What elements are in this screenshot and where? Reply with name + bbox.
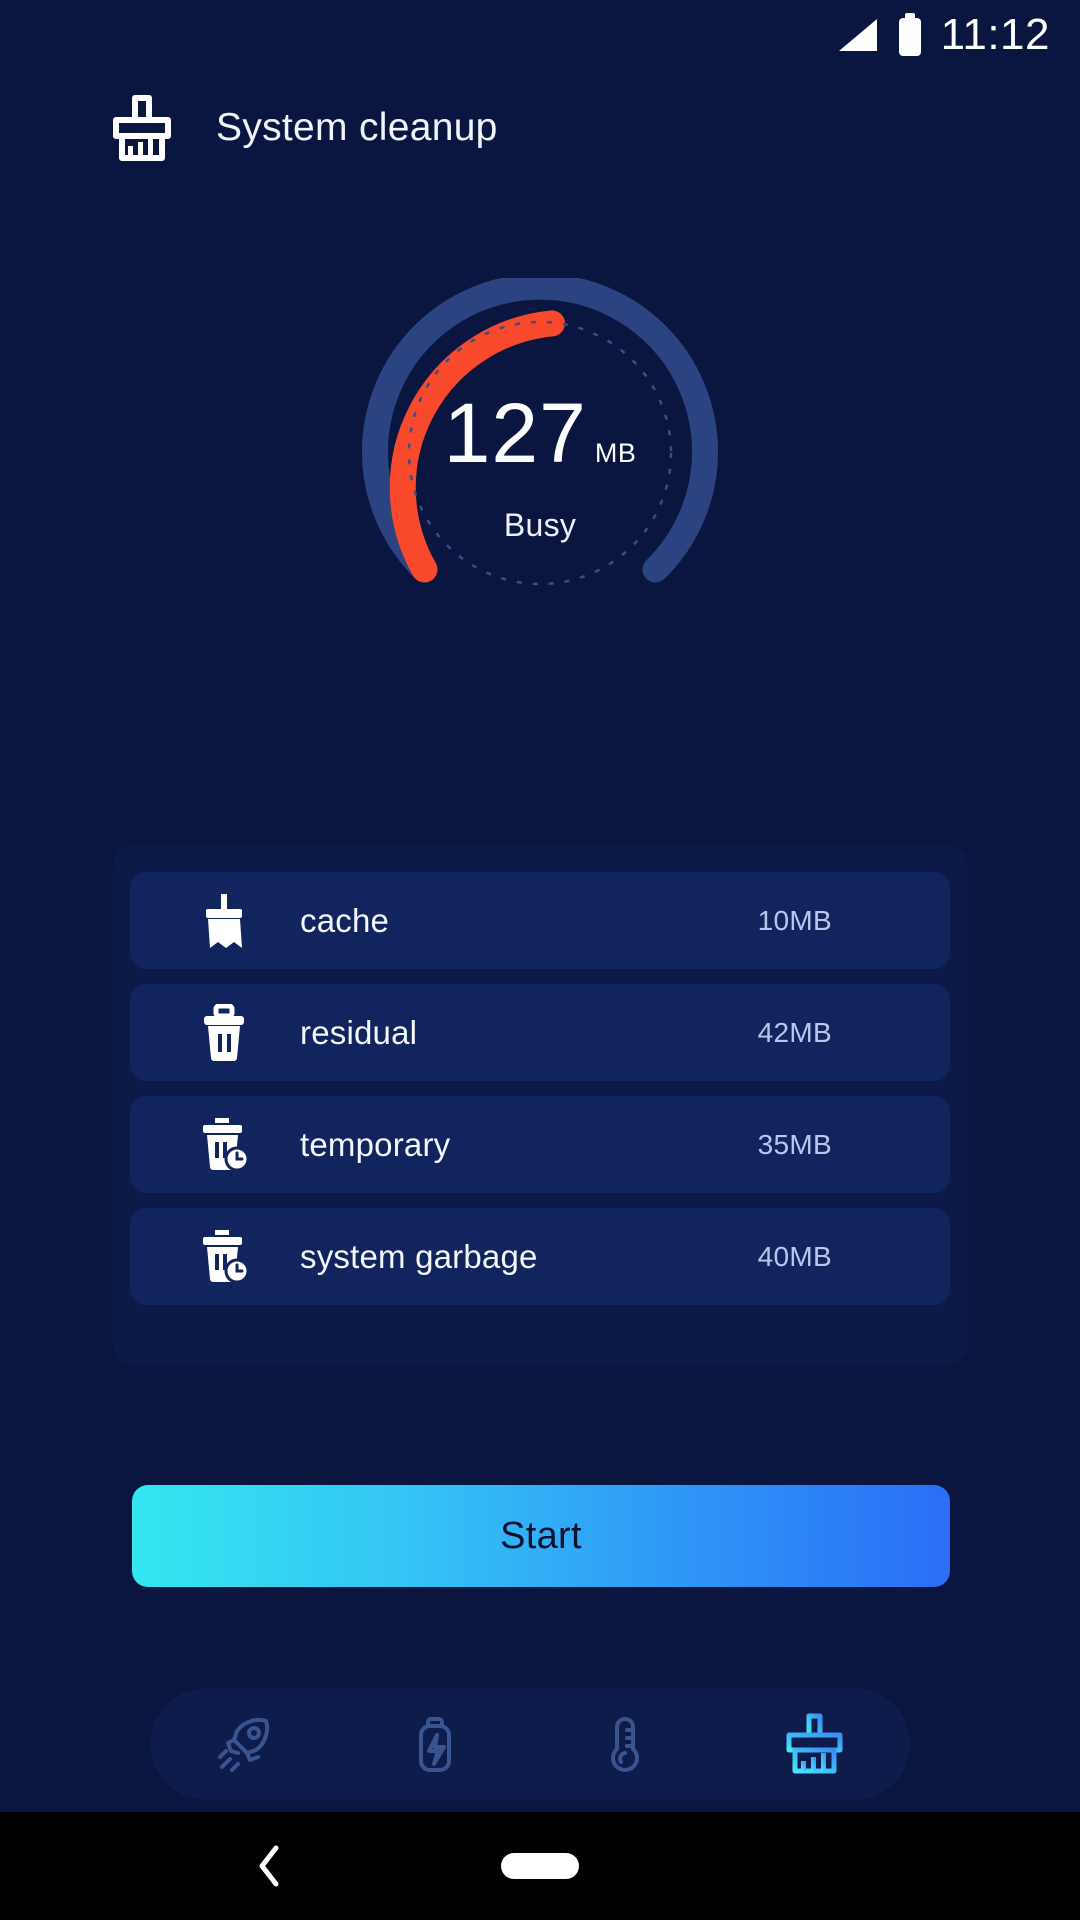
list-item[interactable]: residual 42MB bbox=[130, 984, 950, 1081]
list-item-label: temporary bbox=[300, 1125, 451, 1163]
rocket-icon bbox=[218, 1717, 270, 1772]
list-item-label: system garbage bbox=[300, 1237, 538, 1275]
gauge-value-row: 127 MB bbox=[444, 391, 637, 475]
page-title: System cleanup bbox=[216, 106, 498, 149]
list-item-value: 35MB bbox=[757, 1128, 832, 1160]
android-navigation-bar bbox=[0, 1812, 1080, 1920]
status-bar-clock: 11:12 bbox=[940, 10, 1050, 59]
trash-clock-icon bbox=[176, 1228, 272, 1286]
home-pill-icon[interactable] bbox=[501, 1853, 579, 1879]
broom-icon bbox=[176, 892, 272, 950]
trash-icon bbox=[176, 1003, 272, 1062]
gauge-center-readout: 127 MB Busy bbox=[330, 278, 750, 638]
brush-icon bbox=[786, 1713, 843, 1774]
page-header: System cleanup bbox=[0, 78, 1080, 178]
nav-item-cleanup[interactable] bbox=[755, 1688, 875, 1800]
list-item-value: 40MB bbox=[757, 1240, 832, 1272]
gauge-unit: MB bbox=[594, 437, 637, 468]
thermometer-icon bbox=[611, 1717, 639, 1772]
list-item-label: residual bbox=[300, 1013, 418, 1051]
trash-clock-icon bbox=[176, 1116, 272, 1174]
list-item-value: 10MB bbox=[757, 904, 832, 936]
list-item[interactable]: system garbage 40MB bbox=[130, 1208, 950, 1305]
list-item-label: cache bbox=[300, 901, 390, 939]
bottom-navigation bbox=[150, 1688, 910, 1800]
nav-item-boost[interactable] bbox=[185, 1688, 305, 1800]
battery-bolt-icon bbox=[419, 1717, 451, 1772]
app-screen: 11:12 System cleanup 127 MB Busy cache 1… bbox=[0, 0, 1080, 1920]
brush-icon bbox=[113, 95, 171, 161]
list-item-value: 42MB bbox=[757, 1016, 832, 1048]
status-bar: 11:12 bbox=[0, 0, 1080, 70]
list-item[interactable]: cache 10MB bbox=[130, 872, 950, 969]
signal-triangle-icon bbox=[838, 19, 877, 51]
back-chevron-icon[interactable] bbox=[252, 1842, 286, 1890]
list-item[interactable]: temporary 35MB bbox=[130, 1096, 950, 1193]
gauge-status-label: Busy bbox=[503, 506, 577, 543]
battery-full-icon bbox=[898, 13, 921, 56]
nav-item-temperature[interactable] bbox=[565, 1688, 685, 1800]
storage-gauge: 127 MB Busy bbox=[330, 278, 750, 638]
start-button[interactable]: Start bbox=[132, 1485, 950, 1587]
nav-item-battery[interactable] bbox=[375, 1688, 495, 1800]
cleanup-item-list: cache 10MB residual 42MB temporary 35MB … bbox=[130, 872, 950, 1320]
gauge-value: 127 bbox=[443, 385, 587, 480]
